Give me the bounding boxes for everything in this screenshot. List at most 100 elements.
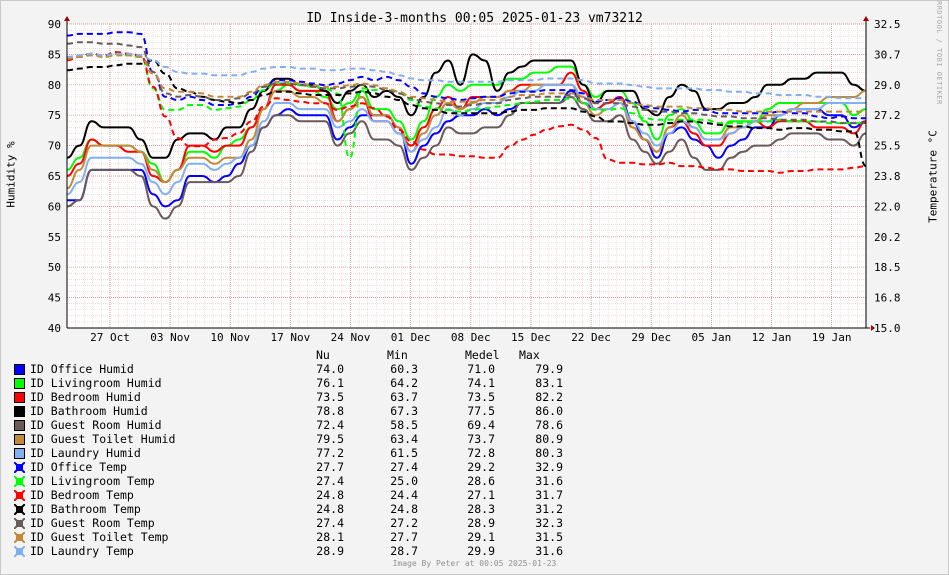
stat-max: 31.2 bbox=[535, 502, 563, 516]
stat-max: 80.9 bbox=[535, 432, 563, 446]
stat-medel: 73.7 bbox=[467, 432, 495, 446]
legend-label: ID Bathroom Humid bbox=[30, 404, 148, 418]
stat-max: 80.3 bbox=[535, 446, 563, 460]
y-tick-label: 85 bbox=[48, 48, 61, 61]
stat-medel: 71.0 bbox=[467, 362, 495, 376]
y-tick-label: 75 bbox=[48, 109, 61, 122]
x-tick-label: 08 Dec bbox=[451, 331, 491, 344]
y-right-tick-label: 15.0 bbox=[874, 322, 901, 335]
x-tick-label: 05 Jan bbox=[691, 331, 731, 344]
y-right-tick-label: 23.8 bbox=[874, 170, 901, 183]
stat-medel: 29.2 bbox=[467, 460, 495, 474]
stat-min: 67.3 bbox=[390, 404, 418, 418]
stat-max: 31.6 bbox=[535, 474, 563, 488]
x-tick-label: 10 Nov bbox=[210, 331, 250, 344]
y-tick-label: 40 bbox=[48, 322, 61, 335]
y-tick-label: 70 bbox=[48, 140, 61, 153]
stat-nu: 28.1 bbox=[316, 530, 344, 544]
legend-swatch bbox=[14, 448, 25, 459]
y-axis-arrow-left bbox=[64, 16, 70, 21]
legend-swatch bbox=[14, 364, 25, 375]
stat-min: 63.7 bbox=[390, 390, 418, 404]
stat-min: 64.2 bbox=[390, 376, 418, 390]
stat-max: 83.1 bbox=[535, 376, 563, 390]
stat-max: 31.7 bbox=[535, 488, 563, 502]
stat-medel: 77.5 bbox=[467, 404, 495, 418]
stat-medel: 27.1 bbox=[467, 488, 495, 502]
stat-medel: 28.6 bbox=[467, 474, 495, 488]
x-tick-label: 01 Dec bbox=[391, 331, 431, 344]
stat-min: 27.4 bbox=[390, 460, 418, 474]
stat-nu: 78.8 bbox=[316, 404, 344, 418]
stat-min: 24.8 bbox=[390, 502, 418, 516]
legend-label: ID Laundry Humid bbox=[30, 446, 141, 460]
legend-label: ID Laundry Temp bbox=[30, 544, 134, 558]
legend-label: ID Office Temp bbox=[30, 460, 127, 474]
legend-marker-dashed bbox=[14, 532, 25, 543]
stat-medel: 73.5 bbox=[467, 390, 495, 404]
stat-min: 25.0 bbox=[390, 474, 418, 488]
y-right-tick-label: 20.2 bbox=[874, 231, 901, 244]
legend-swatch bbox=[14, 420, 25, 431]
stat-nu: 28.9 bbox=[316, 544, 344, 558]
stat-min: 58.5 bbox=[390, 418, 418, 432]
legend-marker-dashed bbox=[14, 490, 25, 501]
stats-header-nu: Nu bbox=[316, 348, 330, 362]
x-tick-label: 29 Dec bbox=[631, 331, 671, 344]
legend-label: ID Guest Toilet Humid bbox=[30, 432, 176, 446]
legend-label: ID Guest Room Temp bbox=[30, 516, 155, 530]
stat-min: 24.4 bbox=[390, 488, 418, 502]
stat-max: 31.5 bbox=[535, 530, 563, 544]
x-tick-label: 12 Jan bbox=[752, 331, 792, 344]
stat-max: 31.6 bbox=[535, 544, 563, 558]
x-tick-label: 15 Dec bbox=[511, 331, 551, 344]
stat-medel: 74.1 bbox=[467, 376, 495, 390]
y-right-tick-label: 16.8 bbox=[874, 292, 901, 305]
y-right-tick-label: 27.2 bbox=[874, 109, 901, 122]
stat-nu: 73.5 bbox=[316, 390, 344, 404]
stats-header-min: Min bbox=[387, 348, 408, 362]
y-right-tick-label: 30.7 bbox=[874, 48, 901, 61]
legend-marker-dashed bbox=[14, 518, 25, 529]
stat-nu: 27.4 bbox=[316, 474, 344, 488]
x-tick-label: 17 Nov bbox=[271, 331, 311, 344]
stat-max: 86.0 bbox=[535, 404, 563, 418]
y-tick-label: 80 bbox=[48, 79, 61, 92]
x-tick-label: 03 Nov bbox=[150, 331, 190, 344]
stat-nu: 24.8 bbox=[316, 502, 344, 516]
y-right-tick-label: 29.0 bbox=[874, 79, 901, 92]
legend-label: ID Bedroom Temp bbox=[30, 488, 134, 502]
stat-nu: 24.8 bbox=[316, 488, 344, 502]
stat-medel: 28.3 bbox=[467, 502, 495, 516]
legend-marker-dashed bbox=[14, 504, 25, 515]
stat-nu: 72.4 bbox=[316, 418, 344, 432]
x-tick-label: 27 Oct bbox=[90, 331, 130, 344]
stat-medel: 29.1 bbox=[467, 530, 495, 544]
y-axis-arrow-right bbox=[863, 16, 869, 21]
stat-nu: 79.5 bbox=[316, 432, 344, 446]
y-tick-label: 65 bbox=[48, 170, 61, 183]
legend-label: ID Livingroom Temp bbox=[30, 474, 155, 488]
y-right-tick-label: 18.5 bbox=[874, 261, 901, 274]
stat-medel: 72.8 bbox=[467, 446, 495, 460]
x-tick-label: 19 Jan bbox=[812, 331, 852, 344]
legend-swatch bbox=[14, 406, 25, 417]
stat-nu: 27.7 bbox=[316, 460, 344, 474]
stat-nu: 77.2 bbox=[316, 446, 344, 460]
stat-min: 60.3 bbox=[390, 362, 418, 376]
stat-max: 79.9 bbox=[535, 362, 563, 376]
legend-label: ID Guest Room Humid bbox=[30, 418, 162, 432]
legend-label: ID Office Humid bbox=[30, 362, 134, 376]
legend-swatch bbox=[14, 392, 25, 403]
stat-medel: 69.4 bbox=[467, 418, 495, 432]
stat-min: 63.4 bbox=[390, 432, 418, 446]
stat-max: 82.2 bbox=[535, 390, 563, 404]
stat-max: 32.9 bbox=[535, 460, 563, 474]
footer-credit: Image By Peter at 00:05 2025-01-23 bbox=[392, 559, 557, 568]
stat-medel: 28.9 bbox=[467, 516, 495, 530]
stat-min: 27.7 bbox=[390, 530, 418, 544]
stat-nu: 74.0 bbox=[316, 362, 344, 376]
y-right-tick-label: 22.0 bbox=[874, 200, 901, 213]
legend-marker-dashed bbox=[14, 462, 25, 473]
legend-swatch bbox=[14, 378, 25, 389]
